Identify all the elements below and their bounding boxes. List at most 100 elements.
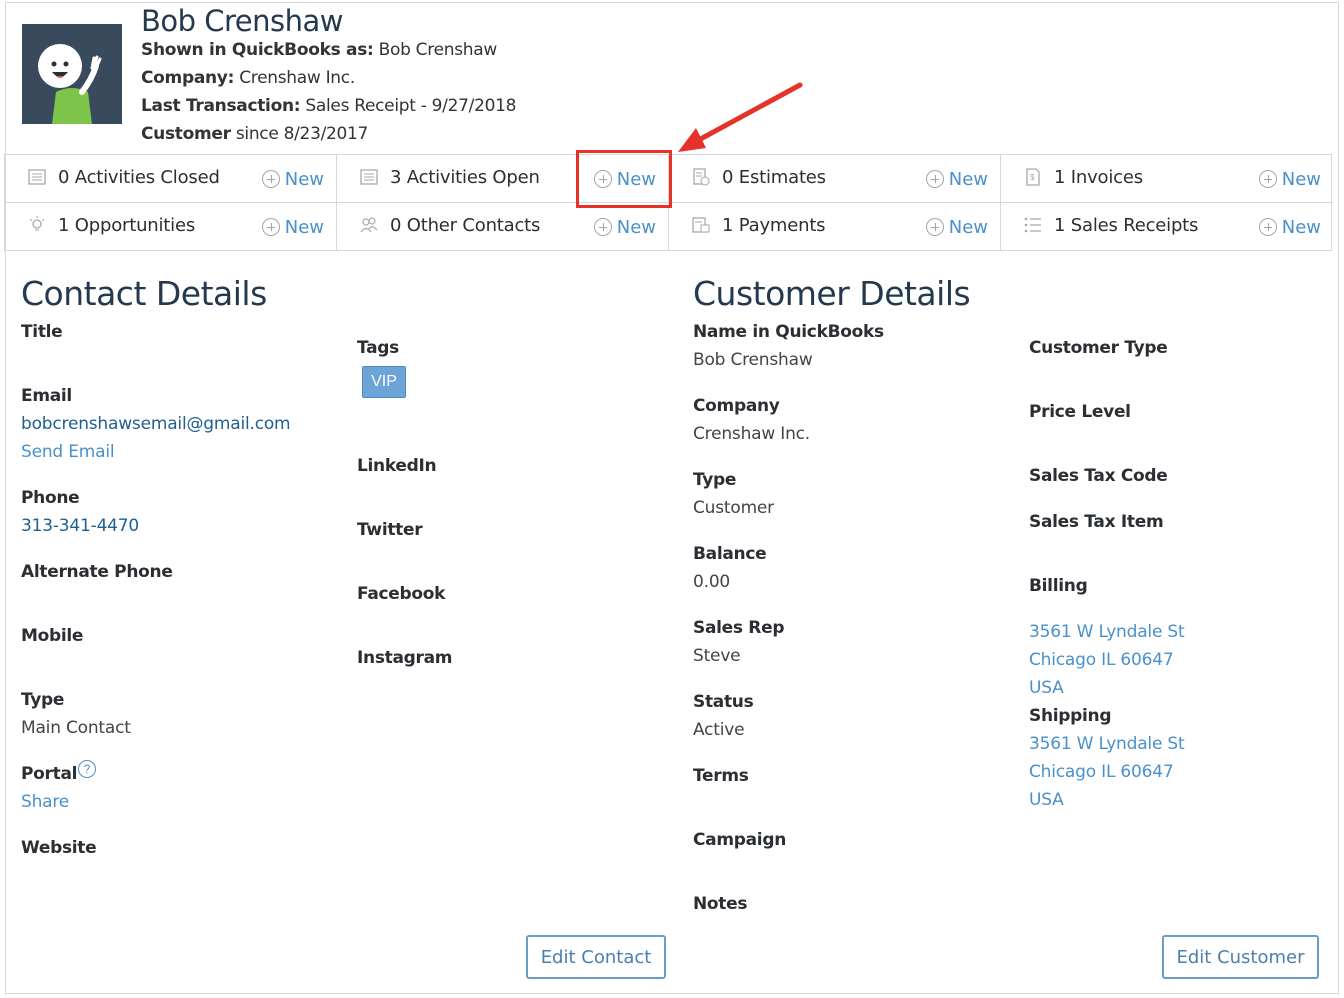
help-icon[interactable]: ?: [78, 760, 96, 778]
billing-label: Billing: [1029, 576, 1088, 596]
new-label: New: [948, 168, 988, 190]
last-transaction-value: Sales Receipt - 9/27/2018: [305, 96, 517, 116]
customer-company-value: Crenshaw Inc.: [693, 424, 811, 444]
summary-label: 0 Activities Closed: [58, 167, 220, 188]
shown-as-value: Bob Crenshaw: [378, 40, 498, 60]
plus-circle-icon: [1258, 218, 1277, 236]
terms-label: Terms: [693, 766, 749, 786]
new-label: New: [284, 168, 324, 190]
svg-text:$: $: [1030, 173, 1035, 182]
portal-label: Portal: [21, 764, 78, 784]
name-in-quickbooks-label: Name in QuickBooks: [693, 322, 884, 342]
share-link[interactable]: Share: [21, 792, 69, 812]
shipping-label: Shipping: [1029, 706, 1112, 726]
last-transaction-line: Last Transaction: Sales Receipt - 9/27/2…: [141, 96, 516, 116]
invoice-icon: $: [1023, 167, 1045, 189]
customer-company-label: Company: [693, 396, 780, 416]
facebook-label: Facebook: [357, 584, 446, 604]
website-label: Website: [21, 838, 97, 858]
customer-details-heading: Customer Details: [693, 274, 971, 313]
new-invoice-button[interactable]: New: [1258, 166, 1321, 192]
twitter-label: Twitter: [357, 520, 423, 540]
billing-address-line[interactable]: Chicago IL 60647: [1029, 650, 1174, 670]
name-in-quickbooks-value: Bob Crenshaw: [693, 350, 813, 370]
company-line: Company: Crenshaw Inc.: [141, 68, 355, 88]
sales-tax-item-label: Sales Tax Item: [1029, 512, 1164, 532]
customer-type-label: Customer Type: [1029, 338, 1168, 358]
shown-as-label: Shown in QuickBooks as:: [141, 40, 374, 60]
customer-since-label: Customer: [141, 124, 231, 144]
title-label: Title: [21, 322, 63, 342]
contact-details-heading: Contact Details: [21, 274, 267, 313]
lightbulb-icon: [27, 215, 49, 237]
summary-label: 1 Payments: [722, 215, 826, 236]
estimate-icon: [691, 167, 713, 189]
edit-contact-button[interactable]: Edit Contact: [526, 935, 666, 979]
customer-type-field-value: Customer: [693, 498, 774, 518]
summary-cell-opportunities: 1 Opportunities New: [5, 203, 337, 251]
avatar-illustration: [22, 24, 122, 124]
email-label: Email: [21, 386, 72, 406]
new-label: New: [284, 216, 324, 238]
summary-label: 0 Estimates: [722, 167, 826, 188]
plus-circle-icon: [261, 218, 280, 236]
new-sales-receipt-button[interactable]: New: [1258, 214, 1321, 240]
balance-label: Balance: [693, 544, 767, 564]
alternate-phone-label: Alternate Phone: [21, 562, 173, 582]
company-value: Crenshaw Inc.: [239, 68, 355, 88]
sales-rep-label: Sales Rep: [693, 618, 785, 638]
last-transaction-label: Last Transaction:: [141, 96, 301, 116]
plus-circle-icon: [261, 170, 280, 188]
new-label: New: [948, 216, 988, 238]
annotation-arrow: [678, 82, 803, 152]
new-opportunity-button[interactable]: New: [261, 214, 324, 240]
shipping-address-line[interactable]: USA: [1029, 790, 1064, 810]
sales-tax-code-label: Sales Tax Code: [1029, 466, 1168, 486]
tag-vip[interactable]: VIP: [362, 366, 406, 398]
linkedin-label: LinkedIn: [357, 456, 437, 476]
plus-circle-icon: [1258, 170, 1277, 188]
contact-type-value: Main Contact: [21, 718, 131, 738]
new-estimate-button[interactable]: New: [925, 166, 988, 192]
mobile-label: Mobile: [21, 626, 84, 646]
balance-value: 0.00: [693, 572, 731, 592]
annotation-highlight-box: [576, 150, 672, 208]
summary-cell-payments: 1 Payments New: [669, 203, 1001, 251]
summary-label: 1 Invoices: [1054, 167, 1143, 188]
new-payment-button[interactable]: New: [925, 214, 988, 240]
phone-link[interactable]: 313-341-4470: [21, 516, 139, 536]
status-value: Active: [693, 720, 745, 740]
new-contact-button[interactable]: New: [593, 214, 656, 240]
summary-label: 3 Activities Open: [390, 167, 540, 188]
status-label: Status: [693, 692, 754, 712]
list-icon: [359, 167, 381, 189]
summary-cell-invoices: $ 1 Invoices New: [1001, 155, 1333, 203]
summary-cell-sales-receipts: 1 Sales Receipts New: [1001, 203, 1333, 251]
edit-customer-button[interactable]: Edit Customer: [1162, 935, 1319, 979]
shipping-address-line[interactable]: Chicago IL 60647: [1029, 762, 1174, 782]
sales-rep-value: Steve: [693, 646, 741, 666]
new-activity-closed-button[interactable]: New: [261, 166, 324, 192]
billing-address-line[interactable]: USA: [1029, 678, 1064, 698]
new-label: New: [1281, 216, 1321, 238]
receipt-list-icon: [1023, 215, 1045, 237]
summary-label: 0 Other Contacts: [390, 215, 541, 236]
plus-circle-icon: [925, 170, 944, 188]
new-label: New: [616, 216, 656, 238]
email-link[interactable]: bobcrenshawsemail@gmail.com: [21, 414, 291, 434]
payment-icon: [691, 215, 713, 237]
shipping-address-line[interactable]: 3561 W Lyndale St: [1029, 734, 1185, 754]
notes-label: Notes: [693, 894, 748, 914]
new-label: New: [1281, 168, 1321, 190]
summary-cell-estimates: 0 Estimates New: [669, 155, 1001, 203]
avatar: [22, 24, 122, 124]
phone-label: Phone: [21, 488, 80, 508]
company-label: Company:: [141, 68, 235, 88]
contact-type-label: Type: [21, 690, 65, 710]
customer-since-value: since 8/23/2017: [235, 124, 369, 144]
summary-label: 1 Opportunities: [58, 215, 195, 236]
send-email-link[interactable]: Send Email: [21, 442, 115, 462]
shown-as-line: Shown in QuickBooks as: Bob Crenshaw: [141, 40, 497, 60]
billing-address-line[interactable]: 3561 W Lyndale St: [1029, 622, 1185, 642]
list-icon: [27, 167, 49, 189]
